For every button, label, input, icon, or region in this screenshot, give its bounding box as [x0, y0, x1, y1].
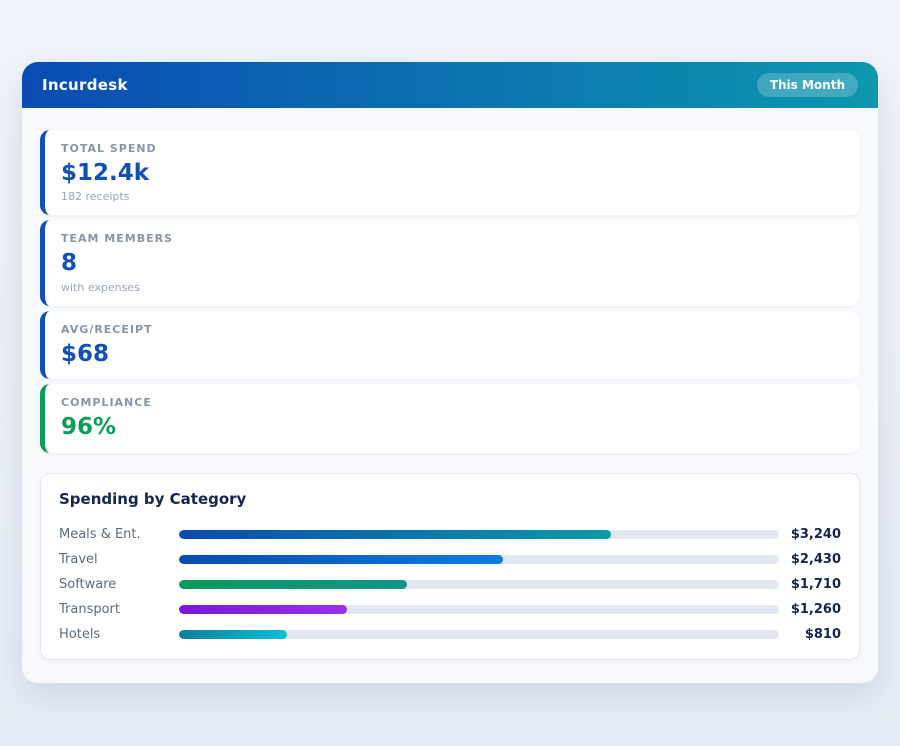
- stat-card-compliance: COMPLIANCE 96%: [40, 384, 860, 452]
- chart-title: Spending by Category: [59, 490, 841, 508]
- bar-value: $2,430: [779, 552, 841, 567]
- bar-fill-software: [179, 580, 407, 589]
- bar-track: [179, 580, 779, 589]
- stat-label: COMPLIANCE: [61, 396, 844, 409]
- category-label: Travel: [59, 552, 179, 567]
- stat-card-avg-receipt: AVG/RECEIPT $68: [40, 311, 860, 379]
- bar-track: [179, 630, 779, 639]
- category-label: Meals & Ent.: [59, 527, 179, 542]
- category-label: Software: [59, 577, 179, 592]
- stat-card-total-spend: TOTAL SPEND $12.4k 182 receipts: [40, 130, 860, 215]
- bar-value: $1,710: [779, 577, 841, 592]
- app-title: Incurdesk: [42, 76, 128, 94]
- bar-track: [179, 605, 779, 614]
- stat-sub: with expenses: [61, 281, 844, 294]
- chart-row-travel: Travel $2,430: [59, 547, 841, 572]
- bar-fill-meals: [179, 530, 611, 539]
- bar-value: $810: [779, 627, 841, 642]
- stat-label: TOTAL SPEND: [61, 142, 844, 155]
- stat-value: $12.4k: [61, 160, 844, 186]
- bar-track: [179, 530, 779, 539]
- dashboard-content: TOTAL SPEND $12.4k 182 receipts TEAM MEM…: [22, 108, 878, 683]
- category-label: Hotels: [59, 627, 179, 642]
- app-header: Incurdesk This Month: [22, 62, 878, 108]
- stat-label: TEAM MEMBERS: [61, 232, 844, 245]
- period-badge[interactable]: This Month: [757, 73, 858, 97]
- bar-fill-hotels: [179, 630, 287, 639]
- chart-row-meals: Meals & Ent. $3,240: [59, 522, 841, 547]
- category-label: Transport: [59, 602, 179, 617]
- bar-fill-travel: [179, 555, 503, 564]
- spending-chart-card: Spending by Category Meals & Ent. $3,240…: [40, 473, 860, 660]
- stat-sub: 182 receipts: [61, 190, 844, 203]
- bar-value: $3,240: [779, 527, 841, 542]
- bar-fill-transport: [179, 605, 347, 614]
- stat-value: 96%: [61, 414, 844, 440]
- app-window: Incurdesk This Month TOTAL SPEND $12.4k …: [22, 62, 878, 683]
- stat-value: $68: [61, 341, 844, 367]
- stat-value: 8: [61, 250, 844, 276]
- stat-card-team-members: TEAM MEMBERS 8 with expenses: [40, 220, 860, 305]
- chart-row-hotels: Hotels $810: [59, 622, 841, 647]
- chart-row-transport: Transport $1,260: [59, 597, 841, 622]
- chart-row-software: Software $1,710: [59, 572, 841, 597]
- stat-label: AVG/RECEIPT: [61, 323, 844, 336]
- bar-track: [179, 555, 779, 564]
- bar-value: $1,260: [779, 602, 841, 617]
